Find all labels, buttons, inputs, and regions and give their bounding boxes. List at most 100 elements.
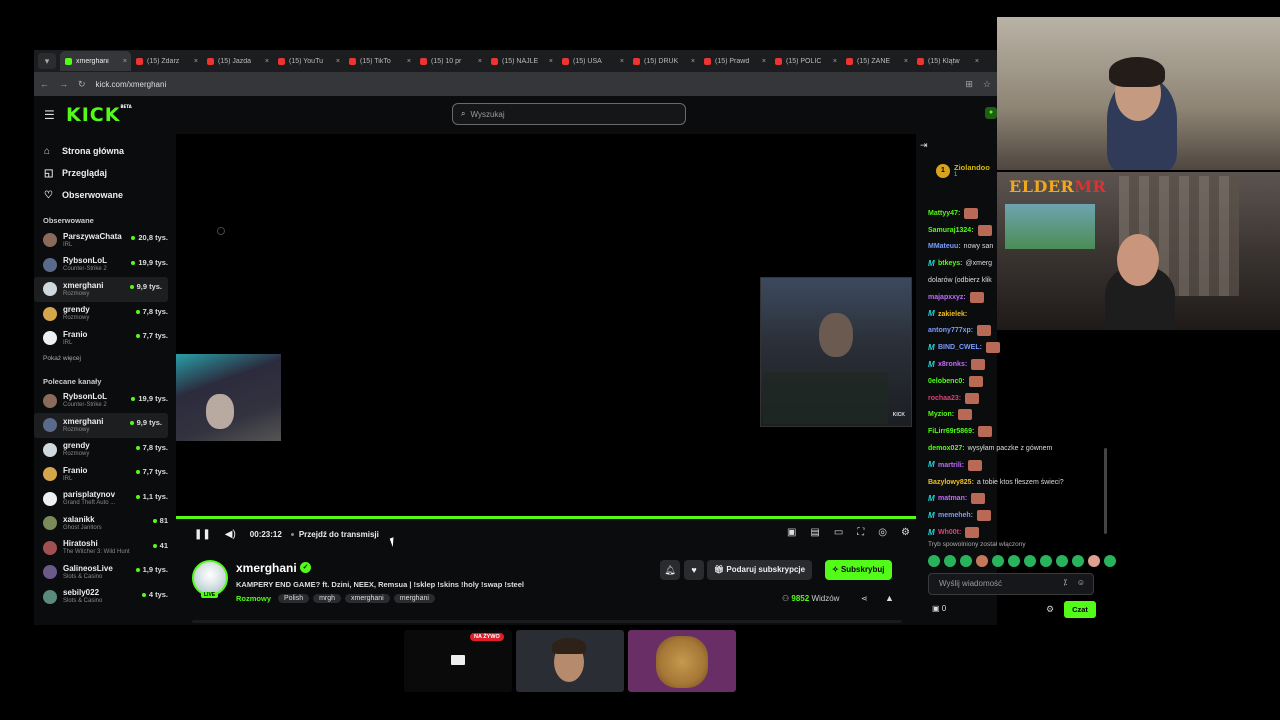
sidebar-channel[interactable]: parisplatynov Grand Theft Auto ... 1,1 tys… [34, 487, 174, 512]
browser-tab[interactable]: xmerghani × [60, 51, 131, 71]
source-tile-screen[interactable]: NA ŻYWO [404, 630, 512, 692]
browser-tab[interactable]: (15) ZANE × [841, 51, 912, 71]
stream-tag[interactable]: Polish [278, 594, 310, 603]
quick-emote[interactable] [1088, 555, 1100, 567]
quick-emote[interactable] [1024, 555, 1036, 567]
quick-emote[interactable] [944, 555, 956, 567]
chat-username[interactable]: 0elobenc0: [928, 378, 965, 385]
stream-tag[interactable]: xmerghani [345, 594, 390, 603]
chat-username[interactable]: FiLirr69r5869: [928, 428, 974, 435]
forward-icon[interactable]: → [59, 79, 68, 89]
theater-mode-icon[interactable]: ▣ [787, 527, 796, 538]
sidebar-channel[interactable]: Franio IRL 7,7 tys. [34, 326, 174, 351]
chat-username[interactable]: majapxxyz: [928, 294, 966, 301]
show-more-link[interactable]: Pokaż więcej [34, 351, 174, 367]
tab-search-icon[interactable]: ▾ [38, 53, 56, 69]
sidebar-channel[interactable]: grendy Rozmowy 7,8 tys. [34, 438, 174, 463]
collapse-chat-icon[interactable]: ⇥ [920, 140, 928, 151]
chat-input[interactable]: Wyślij wiadomość ⁒ ☺ [928, 573, 1094, 595]
quick-emote[interactable] [1104, 555, 1116, 567]
sidebar-channel[interactable]: RybsonLoL Counter-Strike 2 19,9 tys. [34, 389, 174, 414]
quick-emote[interactable] [1056, 555, 1068, 567]
sidebar-channel[interactable]: grendy Rozmowy 7,8 tys. [34, 302, 174, 327]
url-field[interactable]: kick.com/xmerghani [96, 80, 956, 89]
chat-settings-icon[interactable]: ⚙ [1046, 604, 1054, 615]
sidebar-channel[interactable]: RybsonLoL Counter-Strike 2 19,9 tys. [34, 253, 174, 278]
chat-username[interactable]: antony777xp: [928, 327, 973, 334]
tab-close-icon[interactable]: × [904, 58, 908, 65]
tab-close-icon[interactable]: × [691, 58, 695, 65]
quick-emote[interactable] [960, 555, 972, 567]
browser-tab[interactable]: (15) POLIC × [770, 51, 841, 71]
sidebar-channel[interactable]: Franio IRL 7,7 tys. [34, 462, 174, 487]
share-icon[interactable]: ⋖ [861, 594, 868, 603]
sidebar-channel[interactable]: ParszywaChata IRL 20,8 tys. [34, 228, 174, 253]
quick-emote[interactable] [976, 555, 988, 567]
commands-icon[interactable]: ⁒ [1063, 578, 1067, 587]
tab-close-icon[interactable]: × [336, 58, 340, 65]
send-chat-button[interactable]: Czat [1064, 601, 1096, 618]
chat-username[interactable]: memeheh: [938, 512, 973, 519]
browser-tab[interactable]: (15) USA × [557, 51, 628, 71]
browser-tab[interactable]: (15) DRUK × [628, 51, 699, 71]
miniplayer-icon[interactable]: ▭ [834, 527, 843, 538]
jump-to-live-button[interactable]: Przejdź do transmisji [299, 530, 379, 539]
tab-close-icon[interactable]: × [549, 58, 553, 65]
menu-icon[interactable]: ☰ [44, 108, 55, 122]
tab-close-icon[interactable]: × [762, 58, 766, 65]
tab-close-icon[interactable]: × [833, 58, 837, 65]
quality-icon[interactable]: ◎ [878, 527, 887, 538]
chat-username[interactable]: btkeys: [938, 260, 963, 267]
tab-close-icon[interactable]: × [478, 58, 482, 65]
sidebar-channel[interactable]: GalineosLive Slots & Casino 1,9 tys. [34, 560, 174, 585]
chat-username[interactable]: BIND_CWEL: [938, 344, 982, 351]
notification-bell-icon[interactable]: 🔔︎ [660, 560, 680, 580]
sidebar-channel[interactable]: xmerghani Rozmowy 9,9 tys. [34, 413, 168, 438]
browser-tab[interactable]: (15) Klątw × [912, 51, 983, 71]
quick-emote[interactable] [1040, 555, 1052, 567]
clip-icon[interactable]: ▤ [810, 527, 819, 538]
chat-username[interactable]: rochaa23: [928, 395, 961, 402]
browser-tab[interactable]: (15) Zdarz × [131, 51, 202, 71]
kick-logo[interactable]: KICKBETA [66, 104, 132, 126]
source-tile-camera-1[interactable] [516, 630, 624, 692]
browser-tab[interactable]: (15) Jazda × [202, 51, 273, 71]
tab-close-icon[interactable]: × [975, 58, 979, 65]
back-icon[interactable]: ← [40, 79, 49, 89]
sidebar-nav-item[interactable]: ◱ Przeglądaj [34, 162, 174, 184]
chat-username[interactable]: Bazylowy825: [928, 479, 974, 486]
gifter-name[interactable]: Ziolandoo [954, 163, 990, 172]
streamer-avatar[interactable] [192, 560, 228, 596]
points-indicator[interactable]: ▣ 0 [932, 604, 946, 613]
browser-tab[interactable]: (15) YouTu × [273, 51, 344, 71]
tab-close-icon[interactable]: × [620, 58, 624, 65]
chat-username[interactable]: zakielek: [938, 311, 967, 318]
browser-tab[interactable]: (15) TikTo × [344, 51, 415, 71]
chat-username[interactable]: MMateuu: [928, 243, 961, 250]
chat-username[interactable]: Samuraj1324: [928, 227, 974, 234]
quick-emote[interactable] [1072, 555, 1084, 567]
sidebar-channel[interactable]: xalanikk Ghost Janitors 81 [34, 511, 174, 536]
browser-tab[interactable]: (15) NAJLE × [486, 51, 557, 71]
quick-emote[interactable] [1008, 555, 1020, 567]
pause-icon[interactable]: ❚❚ [194, 529, 211, 540]
translate-icon[interactable]: ⊞ [965, 79, 973, 90]
sidebar-nav-item[interactable]: ⌂ Strona główna [34, 140, 174, 162]
reload-icon[interactable]: ↻ [78, 79, 86, 90]
search-input[interactable]: ⌕ Wyszukaj [452, 103, 686, 125]
sidebar-channel[interactable]: sebily022 Slots & Casino 4 tys. [34, 585, 174, 610]
subscribe-button[interactable]: ✧ Subskrybuj [825, 560, 892, 580]
emoji-icon[interactable]: ☺ [1077, 578, 1085, 587]
report-icon[interactable]: ▲ [885, 593, 894, 603]
chat-username[interactable]: demox027: [928, 445, 965, 452]
chat-username[interactable]: x8ronks: [938, 361, 967, 368]
source-tile-camera-2[interactable] [628, 630, 736, 692]
gift-subs-button[interactable]: 🎁︎ Podaruj subskrypcje [707, 560, 813, 580]
sidebar-channel[interactable]: xmerghani Rozmowy 9,9 tys. [34, 277, 168, 302]
browser-tab[interactable]: (15) 10 pr × [415, 51, 486, 71]
sidebar-nav-item[interactable]: ♡ Obserwowane [34, 184, 174, 206]
chat-username[interactable]: Myzion: [928, 411, 954, 418]
tab-close-icon[interactable]: × [123, 58, 127, 65]
chat-scrollbar[interactable] [1104, 448, 1107, 534]
chat-username[interactable]: Mattyy47: [928, 210, 960, 217]
